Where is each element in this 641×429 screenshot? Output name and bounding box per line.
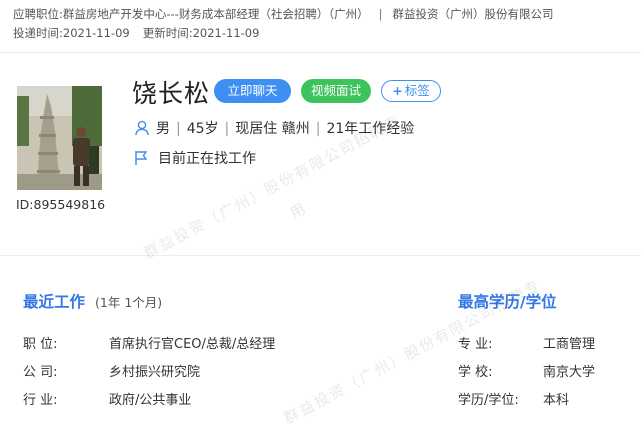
watermark: 用 — [286, 197, 311, 224]
submit-label: 投递时间: — [13, 26, 63, 40]
edu-major-value: 工商管理 — [543, 337, 596, 352]
candidate-name: 饶长松 — [132, 79, 211, 108]
separator: | — [378, 7, 383, 21]
work-company-value: 乡村振兴研究院 — [109, 365, 201, 380]
candidate-id: ID:895549816 — [16, 197, 106, 212]
position-value: 群益房地产开发中心---财务成本部经理（社会招聘）（广州） — [62, 7, 369, 21]
work-position-value: 首席执行官CEO/总裁/总经理 — [109, 337, 276, 352]
edu-degree-label: 学历/学位: — [458, 393, 519, 408]
edu-degree-value: 本科 — [543, 393, 570, 408]
work-experience: 21年工作经验 — [326, 121, 415, 137]
candidate-photo — [17, 86, 102, 190]
submit-date: 2021-11-09 — [62, 26, 130, 40]
job-status-text: 目前正在找工作 — [158, 151, 256, 167]
edu-major-label: 专 业: — [458, 337, 493, 352]
person-icon — [134, 120, 150, 140]
application-dates-line: 投递时间:2021-11-09 更新时间:2021-11-09 — [13, 25, 259, 41]
tag-label: 标签 — [404, 83, 430, 98]
section-divider — [0, 255, 641, 256]
video-interview-button[interactable]: 视频面试 — [301, 79, 371, 103]
recent-work-duration: (1年 1个月) — [95, 295, 163, 310]
chat-now-button[interactable]: 立即聊天 — [214, 79, 291, 103]
edu-school-value: 南京大学 — [543, 365, 596, 380]
recent-work-title: 最近工作 — [23, 293, 86, 311]
gender: 男 — [156, 121, 170, 137]
work-industry-label: 行 业: — [23, 393, 58, 408]
recent-work-heading: 最近工作 (1年 1个月) — [23, 290, 162, 312]
work-industry-value: 政府/公共事业 — [109, 393, 192, 408]
job-status: 目前正在找工作 — [134, 148, 256, 170]
work-company-label: 公 司: — [23, 365, 58, 380]
education-heading: 最高学历/学位 — [458, 293, 557, 311]
plus-icon: + — [392, 83, 403, 98]
update-label: 更新时间: — [142, 26, 193, 40]
application-position-line: 应聘职位:群益房地产开发中心---财务成本部经理（社会招聘）（广州） | 群益投资（… — [13, 6, 553, 22]
update-date: 2021-11-09 — [192, 26, 260, 40]
residence: 现居住 赣州 — [235, 121, 310, 137]
position-label: 应聘职位: — [13, 7, 63, 21]
company-name: 群益投资（广州）股份有限公司 — [392, 7, 554, 21]
add-tag-button[interactable]: + 标签 — [381, 80, 441, 102]
work-position-label: 职 位: — [23, 337, 58, 352]
watermark-text: 用 — [286, 198, 311, 223]
edu-school-label: 学 校: — [458, 365, 493, 380]
candidate-basic-info: 男 | 45岁 | 现居住 赣州 | 21年工作经验 — [134, 118, 414, 140]
flag-icon — [134, 150, 148, 170]
age: 45岁 — [186, 121, 219, 137]
application-info-bar: 应聘职位:群益房地产开发中心---财务成本部经理（社会招聘）（广州） | 群益投资（… — [0, 0, 641, 53]
